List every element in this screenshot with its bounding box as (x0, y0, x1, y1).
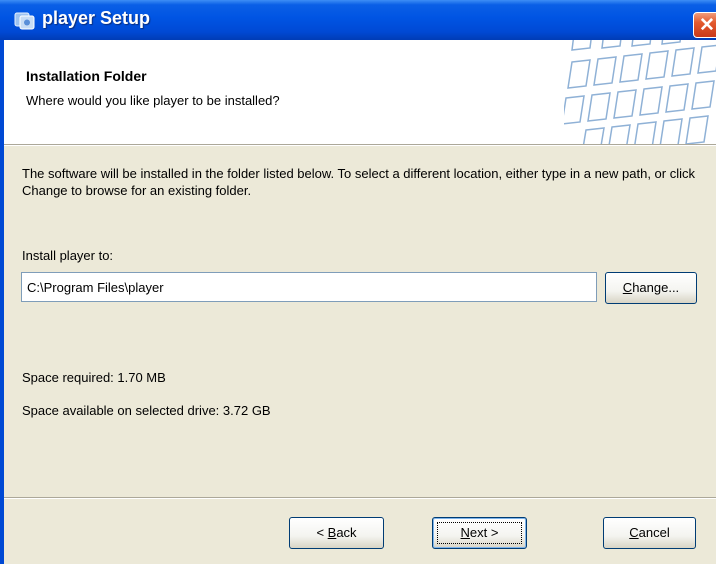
setup-window: player Setup ✕ Installation Folder Where… (0, 0, 716, 564)
install-path-label: Install player to: (22, 248, 114, 263)
cancel-mnemonic: C (629, 525, 639, 540)
close-icon: ✕ (699, 15, 715, 36)
space-required-text: Space required: 1.70 MB (22, 370, 166, 385)
cancel-button[interactable]: Cancel (603, 517, 696, 549)
header-subtitle: Where would you like player to be instal… (26, 93, 280, 108)
keyboard-graphic (564, 40, 716, 144)
next-mnemonic: N (460, 525, 470, 540)
footer-separator (4, 497, 716, 499)
change-button[interactable]: Change... (605, 272, 697, 304)
wizard-header: Installation Folder Where would you like… (4, 40, 716, 144)
next-label: ext > (469, 525, 499, 540)
install-path-input[interactable] (21, 272, 597, 302)
back-prefix: < (316, 525, 328, 540)
description-text: The software will be installed in the fo… (22, 166, 695, 198)
close-button[interactable]: ✕ (693, 12, 716, 38)
next-button[interactable]: Next > (432, 517, 527, 549)
change-label: hange... (632, 280, 680, 295)
setup-app-icon (14, 12, 35, 30)
back-button[interactable]: < Back (289, 517, 384, 549)
space-available-text: Space available on selected drive: 3.72 … (22, 403, 271, 418)
back-label: ack (336, 525, 357, 540)
window-title: player Setup (42, 8, 151, 28)
cancel-label: ancel (638, 525, 670, 540)
header-separator (4, 144, 716, 146)
header-title: Installation Folder (26, 68, 147, 84)
title-bar[interactable]: player Setup ✕ (0, 0, 716, 40)
change-mnemonic: C (622, 280, 633, 295)
